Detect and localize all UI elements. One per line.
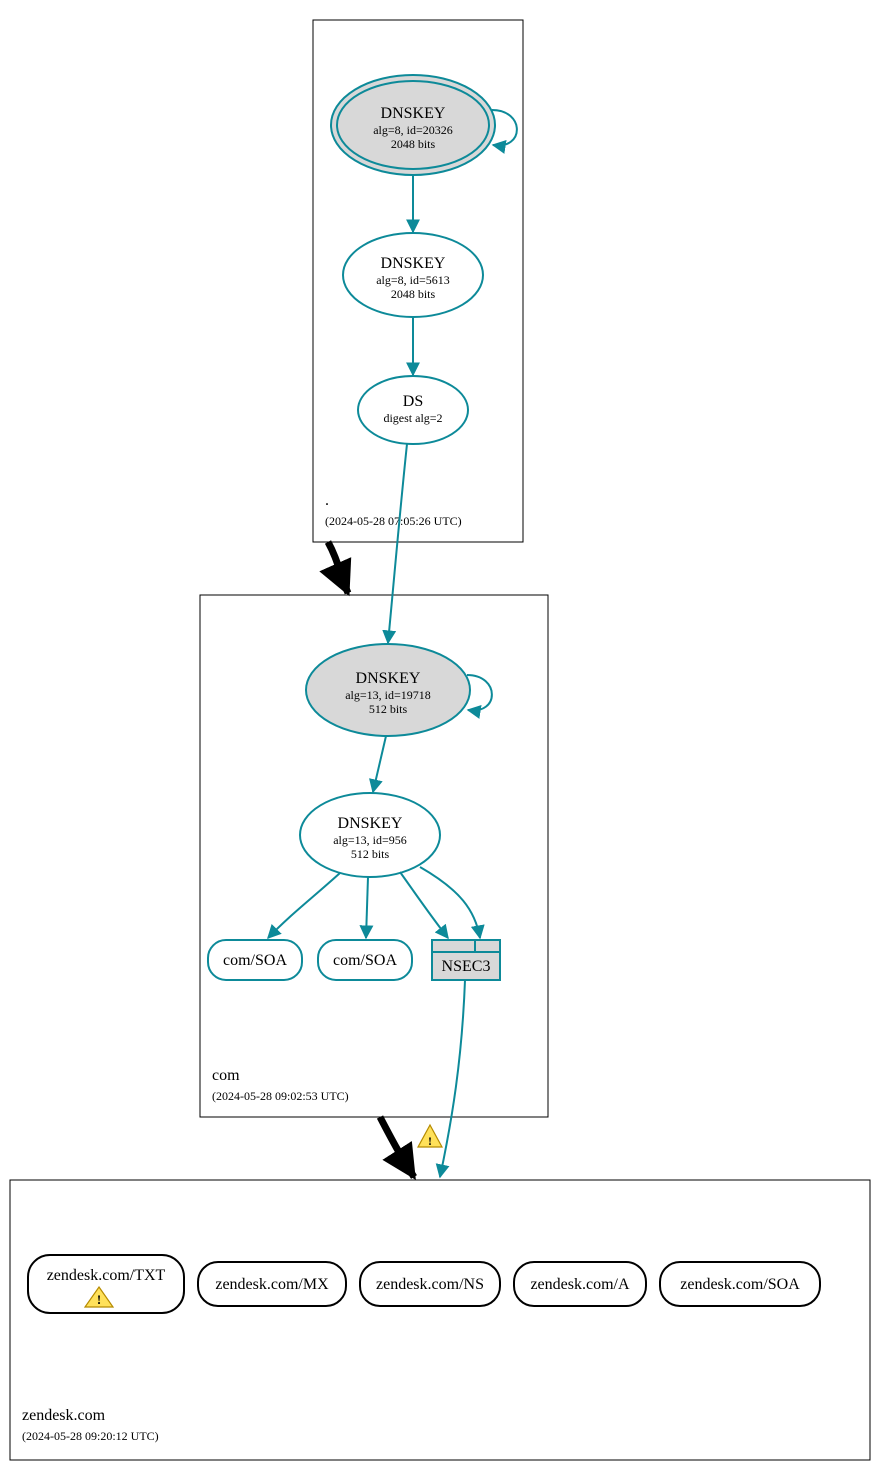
zone-root-timestamp: (2024-05-28 07:05:26 UTC) xyxy=(325,514,462,528)
edge-com-zsk-soa1 xyxy=(268,873,340,938)
node-com-nsec3[interactable]: NSEC3 xyxy=(432,940,500,980)
warning-icon-edge: ! xyxy=(418,1125,442,1148)
root-zsk-l2: 2048 bits xyxy=(391,287,436,301)
com-nsec3-title: NSEC3 xyxy=(442,958,491,975)
z-a-title: zendesk.com/A xyxy=(530,1276,630,1293)
com-zsk-l2: 512 bits xyxy=(351,847,390,861)
edge-com-ksk-to-zsk xyxy=(373,736,386,792)
node-zendesk-soa[interactable]: zendesk.com/SOA xyxy=(660,1262,820,1306)
com-soa1-title: com/SOA xyxy=(223,952,287,969)
root-ksk-title: DNSKEY xyxy=(381,105,446,122)
zone-zendesk-name: zendesk.com xyxy=(22,1407,106,1424)
com-ksk-title: DNSKEY xyxy=(356,670,421,687)
edge-com-zsk-soa2 xyxy=(366,877,368,938)
root-ds-l1: digest alg=2 xyxy=(383,411,442,425)
node-com-soa-1[interactable]: com/SOA xyxy=(208,940,302,980)
edge-com-zsk-nsec3b xyxy=(420,867,480,938)
edge-com-zsk-nsec3a xyxy=(400,872,448,938)
node-root-ds[interactable]: DS digest alg=2 xyxy=(358,376,468,444)
root-ds-title: DS xyxy=(403,393,423,410)
edge-ds-to-com-ksk xyxy=(388,444,407,643)
z-ns-title: zendesk.com/NS xyxy=(376,1276,484,1293)
edge-com-to-zendesk-zone xyxy=(380,1117,414,1177)
node-zendesk-mx[interactable]: zendesk.com/MX xyxy=(198,1262,346,1306)
zone-zendesk-timestamp: (2024-05-28 09:20:12 UTC) xyxy=(22,1429,159,1443)
edge-nsec3-to-zendesk xyxy=(440,980,465,1177)
com-soa2-title: com/SOA xyxy=(333,952,397,969)
z-soa-title: zendesk.com/SOA xyxy=(680,1276,800,1293)
svg-text:!: ! xyxy=(428,1134,432,1148)
node-com-ksk[interactable]: DNSKEY alg=13, id=19718 512 bits xyxy=(306,644,470,736)
root-ksk-l2: 2048 bits xyxy=(391,137,436,151)
node-zendesk-a[interactable]: zendesk.com/A xyxy=(514,1262,646,1306)
zone-com-timestamp: (2024-05-28 09:02:53 UTC) xyxy=(212,1089,349,1103)
edge-root-to-com-zone xyxy=(328,542,348,593)
root-zsk-title: DNSKEY xyxy=(381,255,446,272)
svg-text:!: ! xyxy=(97,1292,101,1307)
com-ksk-l2: 512 bits xyxy=(369,702,408,716)
com-zsk-l1: alg=13, id=956 xyxy=(333,833,407,847)
z-txt-title: zendesk.com/TXT xyxy=(47,1267,166,1284)
node-root-zsk[interactable]: DNSKEY alg=8, id=5613 2048 bits xyxy=(343,233,483,317)
root-ksk-l1: alg=8, id=20326 xyxy=(373,123,453,137)
dnssec-diagram: . (2024-05-28 07:05:26 UTC) DNSKEY alg=8… xyxy=(0,0,880,1482)
node-zendesk-ns[interactable]: zendesk.com/NS xyxy=(360,1262,500,1306)
zone-root-name: . xyxy=(325,492,329,509)
com-ksk-l1: alg=13, id=19718 xyxy=(345,688,431,702)
zone-com-name: com xyxy=(212,1067,240,1084)
node-com-zsk[interactable]: DNSKEY alg=13, id=956 512 bits xyxy=(300,793,440,877)
node-zendesk-txt[interactable]: zendesk.com/TXT ! xyxy=(28,1255,184,1313)
root-zsk-l1: alg=8, id=5613 xyxy=(376,273,450,287)
node-root-ksk[interactable]: DNSKEY alg=8, id=20326 2048 bits xyxy=(331,75,495,175)
zone-zendesk[interactable]: zendesk.com (2024-05-28 09:20:12 UTC) xyxy=(10,1180,870,1460)
node-com-soa-2[interactable]: com/SOA xyxy=(318,940,412,980)
z-mx-title: zendesk.com/MX xyxy=(215,1276,329,1293)
com-zsk-title: DNSKEY xyxy=(338,815,403,832)
